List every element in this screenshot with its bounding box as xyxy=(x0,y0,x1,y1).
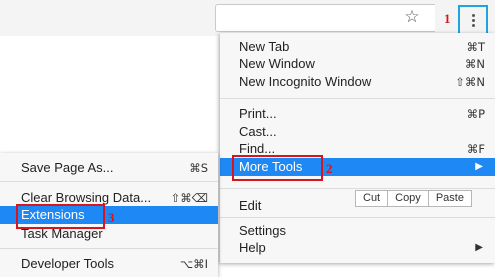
menu-item-new-window[interactable]: New Window ⌘N xyxy=(220,55,495,73)
menu-item-label: Cast... xyxy=(239,124,277,139)
highlight-box-extensions xyxy=(16,204,105,229)
shortcut-label: ⇧⌘N xyxy=(455,75,485,89)
menu-item-settings[interactable]: Settings xyxy=(220,222,495,240)
chrome-main-menu: New Tab ⌘T New Window ⌘N New Incognito W… xyxy=(220,33,495,263)
menu-item-label: Print... xyxy=(239,106,277,121)
shortcut-label: ⌘S xyxy=(189,161,208,175)
address-bar[interactable] xyxy=(215,4,435,32)
menu-item-label: New Incognito Window xyxy=(239,74,372,89)
submenu-arrow-icon: ▶ xyxy=(475,161,483,172)
menu-item-cast[interactable]: Cast... xyxy=(220,123,495,141)
submenu-item-developer-tools[interactable]: Developer Tools ⌥⌘I xyxy=(0,255,218,273)
three-dots-vertical-icon xyxy=(471,13,475,27)
menu-item-new-incognito-window[interactable]: New Incognito Window ⇧⌘N xyxy=(220,73,495,91)
menu-separator xyxy=(0,248,218,249)
shortcut-label: ⌘F xyxy=(466,142,485,156)
submenu-arrow-icon: ▶ xyxy=(475,242,483,253)
menu-separator xyxy=(220,98,495,99)
menu-item-label: Settings xyxy=(239,223,286,238)
paste-button[interactable]: Paste xyxy=(427,190,472,207)
cut-button[interactable]: Cut xyxy=(355,190,389,207)
menu-separator xyxy=(0,181,218,182)
menu-item-print[interactable]: Print... ⌘P xyxy=(220,105,495,123)
edit-button-group: Cut Copy Paste xyxy=(355,190,472,207)
shortcut-label: ⌘T xyxy=(466,40,485,54)
shortcut-label: ⌘P xyxy=(466,107,485,121)
annotation-1: 1 xyxy=(444,11,451,26)
shortcut-label: ⇧⌘⌫ xyxy=(170,191,208,205)
submenu-item-save-page-as[interactable]: Save Page As... ⌘S xyxy=(0,159,218,177)
menu-item-help[interactable]: Help ▶ xyxy=(220,239,495,257)
menu-separator xyxy=(220,188,495,189)
menu-item-new-tab[interactable]: New Tab ⌘T xyxy=(220,38,495,56)
menu-item-label: New Window xyxy=(239,56,315,71)
chrome-menu-button[interactable] xyxy=(458,5,488,35)
menu-separator xyxy=(220,217,495,218)
shortcut-label: ⌘N xyxy=(464,57,485,71)
menu-item-label: Edit xyxy=(239,198,262,213)
menu-item-label: Save Page As... xyxy=(21,160,114,175)
shortcut-label: ⌥⌘I xyxy=(179,257,208,271)
copy-button[interactable]: Copy xyxy=(387,190,429,207)
menu-item-label: Developer Tools xyxy=(21,256,114,271)
annotation-3: 3 xyxy=(108,210,115,225)
highlight-box-more-tools xyxy=(232,155,323,181)
star-icon[interactable]: ☆ xyxy=(403,7,421,27)
annotation-2: 2 xyxy=(326,161,333,176)
menu-item-label: Help xyxy=(239,240,266,255)
menu-item-label: New Tab xyxy=(239,39,290,54)
